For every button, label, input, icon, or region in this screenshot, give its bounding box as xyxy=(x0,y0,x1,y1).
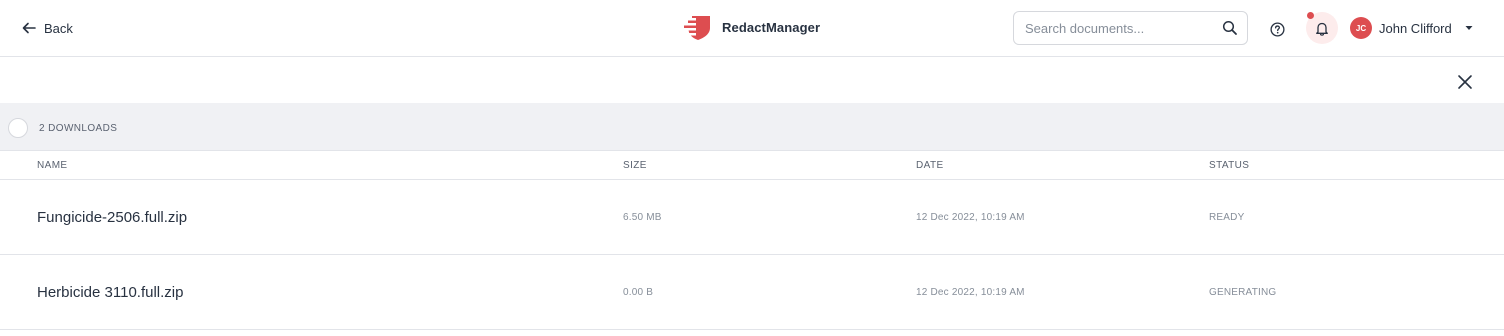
downloads-header: 2 DOWNLOADS xyxy=(0,103,1504,151)
shield-logo-icon xyxy=(684,16,710,40)
search-icon[interactable] xyxy=(1222,20,1238,36)
table-row[interactable]: Fungicide-2506.full.zip 6.50 MB 12 Dec 2… xyxy=(0,180,1504,255)
file-size: 6.50 MB xyxy=(623,212,662,223)
file-date: 12 Dec 2022, 10:19 AM xyxy=(916,287,1025,298)
column-name[interactable]: NAME xyxy=(37,160,68,171)
search-box xyxy=(1013,11,1248,45)
user-name: John Clifford xyxy=(1379,20,1452,36)
close-button[interactable] xyxy=(1455,72,1475,92)
caret-down-icon xyxy=(1465,26,1473,30)
top-bar: Back RedactManager JC John Clifford xyxy=(0,0,1504,57)
file-size: 0.00 B xyxy=(623,287,654,298)
avatar: JC xyxy=(1350,17,1372,39)
column-status[interactable]: STATUS xyxy=(1209,160,1249,171)
column-date[interactable]: DATE xyxy=(916,160,944,171)
help-circle-icon xyxy=(1269,21,1285,37)
brand: RedactManager xyxy=(684,13,820,41)
file-name: Herbicide 3110.full.zip xyxy=(37,284,184,301)
user-menu[interactable]: JC John Clifford xyxy=(1350,17,1473,39)
table-row[interactable]: Herbicide 3110.full.zip 0.00 B 12 Dec 20… xyxy=(0,255,1504,330)
help-button[interactable] xyxy=(1265,17,1289,41)
file-date: 12 Dec 2022, 10:19 AM xyxy=(916,212,1025,223)
back-label: Back xyxy=(44,20,73,36)
file-status: READY xyxy=(1209,212,1245,223)
arrow-left-icon xyxy=(22,22,36,34)
search-input[interactable] xyxy=(1025,12,1215,44)
column-size[interactable]: SIZE xyxy=(623,160,647,171)
file-status: GENERATING xyxy=(1209,287,1277,298)
downloads-count: 2 DOWNLOADS xyxy=(39,123,118,134)
file-name: Fungicide-2506.full.zip xyxy=(37,209,188,226)
close-icon xyxy=(1458,75,1472,89)
unread-indicator xyxy=(1307,12,1314,19)
column-headers: NAME SIZE DATE STATUS xyxy=(0,151,1504,180)
select-all-checkbox[interactable] xyxy=(8,118,28,138)
brand-name: RedactManager xyxy=(722,19,821,35)
bell-icon xyxy=(1316,22,1328,36)
back-button[interactable]: Back xyxy=(22,18,73,38)
notifications-button[interactable] xyxy=(1306,12,1338,44)
